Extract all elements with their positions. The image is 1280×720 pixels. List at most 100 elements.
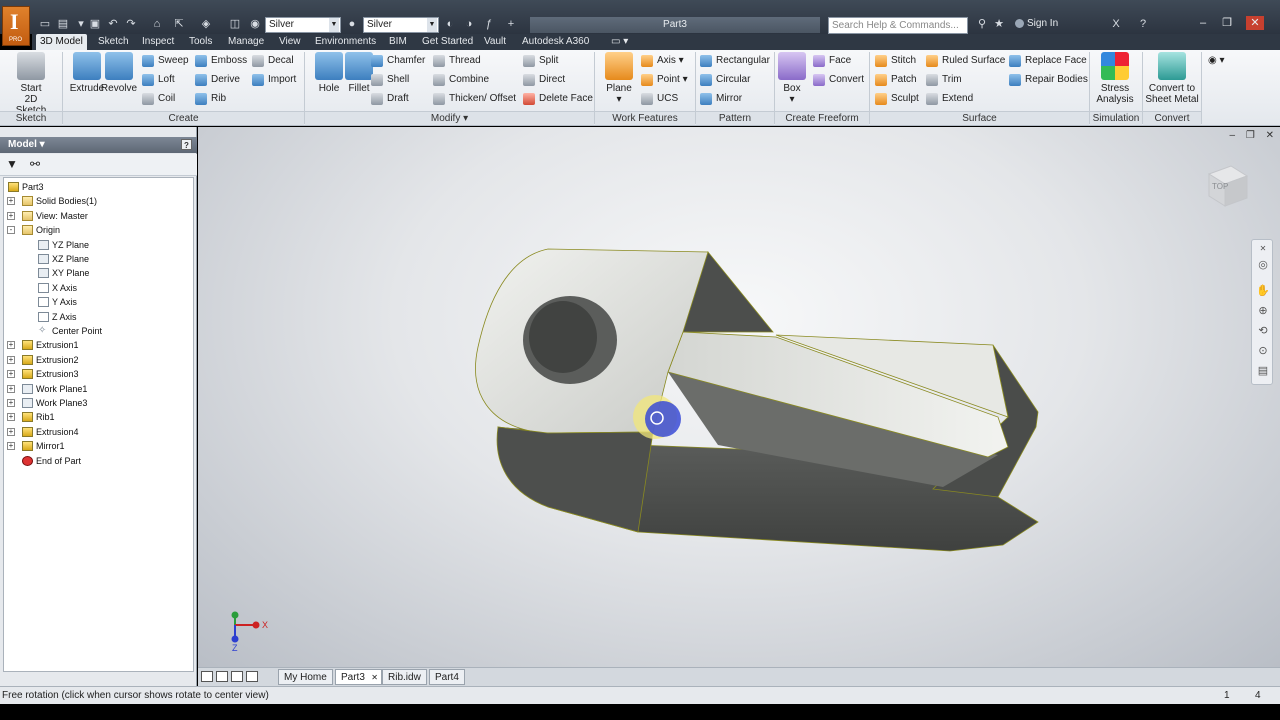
zoom-icon[interactable]: ⊕ [1256,304,1270,318]
panel-label-modify[interactable]: Modify ▾ [305,111,594,125]
color-override-icon[interactable]: ◉ [248,17,262,31]
undo-icon[interactable]: ↶ [106,17,120,31]
filter-icon[interactable]: ▼ [5,157,19,171]
browser-header[interactable]: Model ▾ ? [0,137,197,153]
tree-node[interactable]: X Axis [6,281,191,295]
replace-face-button[interactable]: Replace Face [1008,52,1087,69]
tab-tools[interactable]: Tools [185,34,216,50]
derive-button[interactable]: Derive [194,71,240,88]
redo-icon[interactable]: ↷ [124,17,138,31]
tab-get-started[interactable]: Get Started [418,34,477,50]
mirror-button[interactable]: Mirror [699,90,742,107]
search-go-icon[interactable]: ⚲ [975,17,989,31]
parameters-icon[interactable]: ƒ [482,17,496,31]
freeform-convert-button[interactable]: Convert [812,71,864,88]
search-input[interactable]: Search Help & Commands... [828,17,968,34]
expand-icon[interactable]: + [7,399,15,407]
select-icon[interactable]: ◈ [199,17,213,31]
doc-tab-part4[interactable]: Part4 [429,669,465,685]
shell-button[interactable]: Shell [370,71,409,88]
tree-node[interactable]: XY Plane [6,266,191,280]
coil-button[interactable]: Coil [141,90,175,107]
repair-bodies-button[interactable]: Repair Bodies [1008,71,1088,88]
combine-button[interactable]: Combine [432,71,489,88]
trim-button[interactable]: Trim [925,71,962,88]
expand-icon[interactable]: + [7,442,15,451]
tree-node[interactable]: - Origin [6,223,191,237]
material-dropdown[interactable]: Silver ▼ [265,17,341,33]
point-button[interactable]: Point ▾ [640,71,688,88]
steering-wheel-icon[interactable]: ◎ [1256,258,1270,272]
cascade-windows-icon[interactable] [216,671,228,682]
tree-node[interactable]: + Mirror1 [6,439,191,453]
expand-icon[interactable]: + [7,384,15,393]
find-binoculars-icon[interactable]: ⚯ [28,157,42,171]
tree-node[interactable]: + View: Master [6,209,191,223]
axis-button[interactable]: Axis ▾ [640,52,684,69]
ucs-button[interactable]: UCS [640,90,678,107]
tab-sketch[interactable]: Sketch [94,34,133,50]
graphics-viewport[interactable]: – ❐ ✕ TOP ✕ ◎ ✋ ⊕ ⟲ ⊙ ▤ X Z [198,127,1280,667]
restore-icon[interactable]: ❐ [1218,16,1236,30]
doc-tab-my-home[interactable]: My Home [278,669,333,685]
convert-to-sheet-metal-button[interactable]: Convert to Sheet Metal [1145,52,1199,108]
ribbon-options-icon[interactable]: ◉ ▾ [1206,52,1225,69]
patch-button[interactable]: Patch [874,71,917,88]
draft-button[interactable]: Draft [370,90,409,107]
expand-icon[interactable]: + [7,427,15,436]
doc-tab-close-icon[interactable]: ✕ [371,670,378,686]
thread-button[interactable]: Thread [432,52,481,69]
tab-inspect[interactable]: Inspect [138,34,178,50]
freeform-face-button[interactable]: Face [812,52,851,69]
open-file-icon[interactable]: ▤ [56,17,70,31]
tree-node[interactable]: YZ Plane [6,238,191,252]
circular-pattern-button[interactable]: Circular [699,71,750,88]
save-icon[interactable]: ▣ [88,17,102,31]
tree-node[interactable]: + Extrusion1 [6,338,191,352]
adjust-appearance-icon[interactable]: ◐ [443,17,457,31]
expand-icon[interactable]: + [7,355,15,364]
tree-node[interactable]: + Extrusion2 [6,353,191,367]
delete-face-button[interactable]: Delete Face [522,90,593,107]
tree-node[interactable]: Y Axis [6,295,191,309]
window-list-icon[interactable] [246,671,258,682]
tab-3d-model[interactable]: 3D Model [36,34,87,50]
tab-view[interactable]: View [275,34,305,50]
tree-node[interactable]: + Work Plane3 [6,396,191,410]
split-button[interactable]: Split [522,52,558,69]
tree-node[interactable]: Part3 [6,180,191,194]
emboss-button[interactable]: Emboss [194,52,247,69]
tree-node[interactable]: + Rib1 [6,410,191,424]
ruled-surface-button[interactable]: Ruled Surface [925,52,1005,69]
stitch-button[interactable]: Stitch [874,52,916,69]
import-button[interactable]: Import [251,71,296,88]
minimize-icon[interactable]: – [1194,16,1212,30]
expand-icon[interactable]: + [7,211,15,220]
exchange-x-icon[interactable]: X [1109,17,1123,31]
application-menu-button[interactable]: I PRO [2,6,30,46]
favorites-star-icon[interactable]: ★ [992,17,1006,31]
expand-icon[interactable]: + [7,197,15,206]
tab-manage[interactable]: Manage [224,34,268,50]
tab-environments[interactable]: Environments [311,34,380,50]
plane-button[interactable]: Plane ▾ [596,52,642,108]
close-icon[interactable]: ✕ [1246,16,1264,30]
loft-button[interactable]: Loft [141,71,175,88]
rib-button[interactable]: Rib [194,90,226,107]
chamfer-button[interactable]: Chamfer [370,52,425,69]
tree-node[interactable]: ✧ Center Point [6,324,191,338]
doc-tab-rib-idw[interactable]: Rib.idw [382,669,427,685]
tab-vault[interactable]: Vault [480,34,510,50]
tile-windows-icon[interactable] [201,671,213,682]
help-icon[interactable]: ? [1136,17,1150,31]
part-model[interactable] [198,127,1280,667]
look-at-icon[interactable]: ⊙ [1256,344,1270,358]
clear-appearance-icon[interactable]: ◑ [462,17,476,31]
stress-analysis-button[interactable]: Stress Analysis [1092,52,1138,108]
rectangular-pattern-button[interactable]: Rectangular [699,52,770,69]
tab-bim[interactable]: BIM [385,34,411,50]
tree-node[interactable]: End of Part [6,454,191,468]
orbit-icon[interactable]: ⟲ [1256,324,1270,338]
direct-button[interactable]: Direct [522,71,565,88]
box-button[interactable]: Box ▾ [776,52,808,108]
